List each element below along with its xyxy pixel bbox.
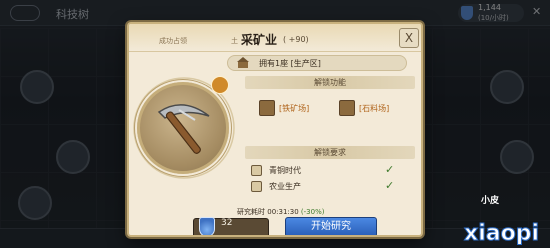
requirement-icon [251,165,262,176]
unlock-item-label: [铁矿场] [279,104,310,113]
requirement-row: 农业生产 ✓ [251,179,411,194]
cost-value: 32 [221,218,233,228]
requirement-section-header: 解锁要求 [245,146,415,159]
check-icon: ✓ [385,163,395,176]
building-icon [339,100,355,116]
start-research-button[interactable]: 开始研究 [285,217,377,235]
close-button[interactable]: X [399,28,419,48]
owned-count: 拥有1座 [生产区] [259,59,321,68]
check-icon: ✓ [385,179,395,192]
info-badge[interactable] [211,76,229,94]
research-time: 研究耗时 00:31:30 (-30%) [237,207,324,217]
requirement-label: 农业生产 [269,182,301,191]
research-time-label: 研究耗时 [237,208,265,216]
research-time-value: 00:31:30 [267,208,299,216]
svg-text:xiaopi: xiaopi [464,221,539,246]
watermark-logo: xiaopi [464,221,540,247]
pickaxe-icon [157,104,210,154]
unlock-section-header: 解锁功能 [245,76,415,89]
land-tag: 土 [231,37,238,45]
research-time-discount: (-30%) [300,208,325,216]
requirement-label: 青铜时代 [269,166,301,175]
building-icon [237,57,249,68]
tech-bonus: ( +90) [283,35,309,44]
tech-detail-dialog: 成功占领 土 采矿业 ( +90) X 拥有1座 [生产区] 解锁功能 [铁矿场… [127,22,423,237]
requirement-section-title: 解锁要求 [314,148,346,157]
building-icon [259,100,275,116]
tech-title: 采矿业 [241,33,278,47]
achievement-tag: 成功占领 [159,37,187,45]
unlock-section-title: 解锁功能 [314,78,346,87]
potion-icon [199,217,215,235]
requirement-row: 青铜时代 ✓ [251,163,411,178]
requirement-icon [251,181,262,192]
unlock-item-label: [石料场] [359,104,390,113]
